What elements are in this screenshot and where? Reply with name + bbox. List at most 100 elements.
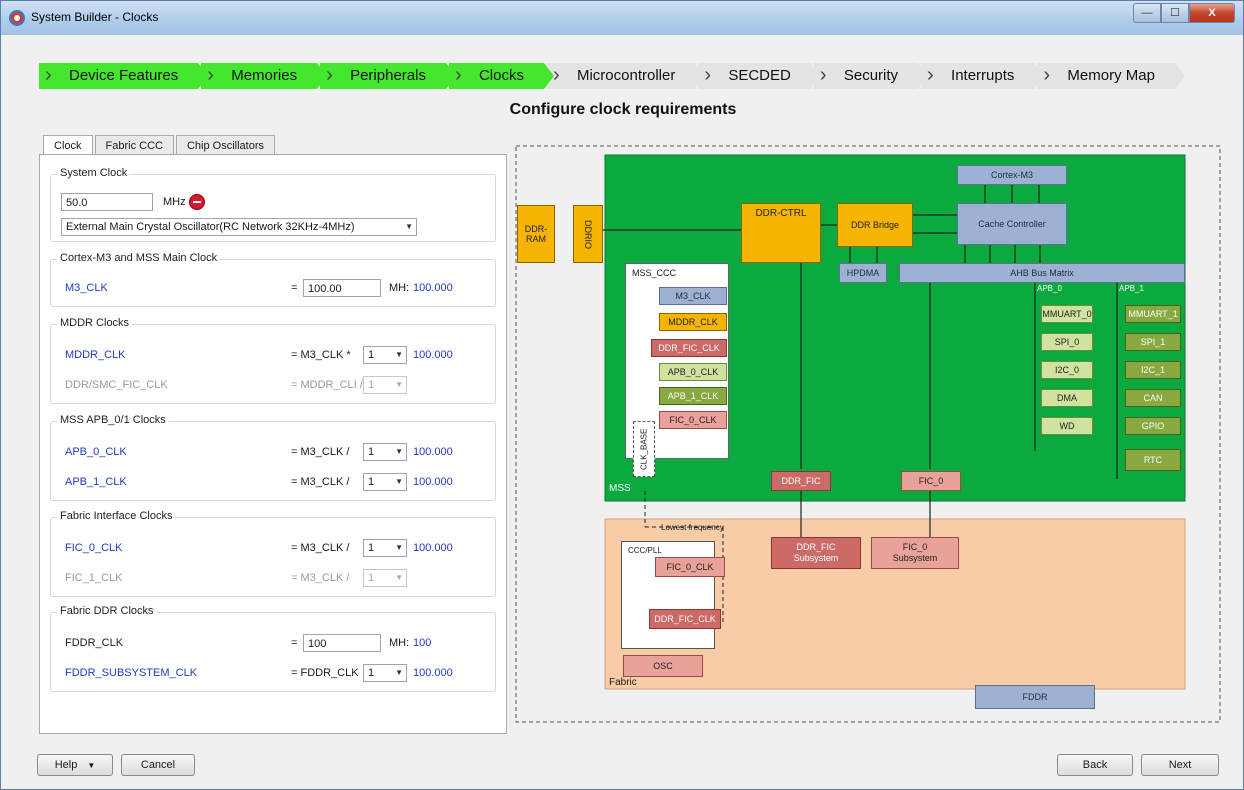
- apb1-clk-result: 100.000: [413, 476, 453, 488]
- fddr-clk-input[interactable]: 100: [303, 634, 381, 652]
- apb0-clk-eq: = M3_CLK /: [291, 446, 350, 458]
- next-button[interactable]: Next: [1141, 754, 1219, 776]
- fic0-clk-result: 100.000: [413, 542, 453, 554]
- step-label: Microcontroller: [576, 67, 676, 84]
- fddr-block: FDDR: [975, 685, 1095, 709]
- mss-label: MSS: [609, 483, 631, 494]
- fabric-ddr-clocks-group: Fabric DDR Clocks FDDR_CLK = 100 MH: 100…: [50, 605, 496, 692]
- ccc-mddr-clk: MDDR_CLK: [659, 313, 727, 331]
- clock-architecture-diagram: DDR- RAM DDRIO DDR-CTRL DDR Bridge Corte…: [515, 145, 1221, 723]
- ahb-bus-matrix-block: AHB Bus Matrix: [899, 263, 1185, 283]
- mddr-clk-multiplier[interactable]: 1 ▼: [363, 346, 407, 364]
- ddr-ram-block: DDR- RAM: [517, 205, 555, 263]
- step-memories[interactable]: › Memories: [201, 63, 327, 89]
- chevron-down-icon: ▼: [395, 573, 403, 582]
- chevron-right-icon: ›: [454, 64, 462, 86]
- step-microcontroller[interactable]: › Microcontroller: [546, 63, 706, 89]
- back-button[interactable]: Back: [1057, 754, 1133, 776]
- tab-fabric-ccc[interactable]: Fabric CCC: [94, 135, 174, 156]
- step-memory-map[interactable]: › Memory Map: [1037, 63, 1185, 89]
- chevron-down-icon: ▼: [395, 477, 403, 486]
- fddr-subsystem-divider[interactable]: 1 ▼: [363, 664, 407, 682]
- m3-clk-input[interactable]: 100.00: [303, 279, 381, 297]
- help-button[interactable]: Help ▼: [37, 754, 113, 776]
- cortex-m3-block: Cortex-M3: [957, 165, 1067, 185]
- step-clocks[interactable]: › Clocks: [448, 63, 554, 89]
- fic1-divider[interactable]: 1 ▼: [363, 569, 407, 587]
- dma-block: DMA: [1041, 389, 1093, 407]
- fic0-clk-eq: = M3_CLK /: [291, 542, 350, 554]
- clk-base-block: CLK_BASE: [633, 421, 655, 477]
- spi1-block: SPI_1: [1125, 333, 1181, 351]
- app-icon: [9, 10, 25, 26]
- fabric-fic0-clk: FIC_0_CLK: [655, 557, 725, 577]
- lowest-frequency-label: Lowest frequency: [661, 523, 724, 532]
- apb1-clk-label: APB_1_CLK: [65, 476, 127, 488]
- osc-block: OSC: [623, 655, 703, 677]
- chevron-down-icon: ▼: [395, 668, 403, 677]
- hpdma-block: HPDMA: [839, 263, 887, 283]
- step-label: Interrupts: [951, 67, 1015, 84]
- group-title: Fabric DDR Clocks: [57, 605, 157, 617]
- ccc-m3-clk: M3_CLK: [659, 287, 727, 305]
- mmuart0-block: MMUART_0: [1041, 305, 1093, 323]
- maximize-button[interactable]: ☐: [1161, 3, 1189, 23]
- chevron-right-icon: ›: [207, 64, 214, 86]
- minimize-button[interactable]: —: [1133, 3, 1161, 23]
- step-interrupts[interactable]: › Interrupts: [921, 63, 1045, 89]
- cancel-button[interactable]: Cancel: [121, 754, 195, 776]
- clock-source-select[interactable]: External Main Crystal Oscillator(RC Netw…: [61, 218, 417, 236]
- ccc-apb0-clk: APB_0_CLK: [659, 363, 727, 381]
- fic0-divider[interactable]: 1 ▼: [363, 539, 407, 557]
- tab-chip-oscillators[interactable]: Chip Oscillators: [175, 135, 275, 156]
- fic0-subsystem-block: FIC_0 Subsystem: [871, 537, 959, 569]
- clock-source-value: External Main Crystal Oscillator(RC Netw…: [66, 221, 355, 233]
- ccc-apb1-clk: APB_1_CLK: [659, 387, 727, 405]
- system-clock-input[interactable]: 50.0: [61, 193, 153, 211]
- fddr-clk-unit: MH:: [389, 637, 410, 649]
- step-label: Clocks: [478, 67, 524, 84]
- title-bar[interactable]: System Builder - Clocks — ☐ X: [1, 1, 1243, 35]
- m3-clock-group: Cortex-M3 and MSS Main Clock M3_CLK = 10…: [50, 252, 496, 307]
- group-title: System Clock: [57, 167, 131, 179]
- apb1-clk-eq: = M3_CLK /: [291, 476, 350, 488]
- apb1-divider[interactable]: 1 ▼: [363, 473, 407, 491]
- m3-clk-unit: MH:: [389, 282, 410, 294]
- step-security[interactable]: › Security: [813, 63, 929, 89]
- step-label: Peripherals: [350, 67, 426, 84]
- step-label: Security: [843, 67, 899, 84]
- fddr-subsystem-clk-label: FDDR_SUBSYSTEM_CLK: [65, 667, 198, 679]
- fddr-subsystem-clk-result: 100.000: [413, 667, 453, 679]
- fddr-clk-eq: =: [291, 637, 298, 649]
- ddr-fic-subsystem-block: DDR_FIC Subsystem: [771, 537, 861, 569]
- chevron-down-icon: ▼: [395, 380, 403, 389]
- ddrio-block: DDRIO: [573, 205, 603, 263]
- apb0-divider[interactable]: 1 ▼: [363, 443, 407, 461]
- divider-value: 1: [368, 476, 375, 488]
- step-label: Device Features: [69, 67, 179, 84]
- ddr-fic-block: DDR_FIC: [771, 471, 831, 491]
- chevron-down-icon: ▼: [395, 543, 403, 552]
- divider-value: 1: [368, 446, 375, 458]
- ccc-pll-label: CCC/PLL: [628, 546, 662, 555]
- can-block: CAN: [1125, 389, 1181, 407]
- spi0-block: SPI_0: [1041, 333, 1093, 351]
- chevron-down-icon: ▼: [87, 761, 96, 770]
- mddr-clk-eq: = M3_CLK *: [291, 349, 351, 361]
- chevron-right-icon: ›: [704, 64, 711, 86]
- ddr-smc-divider[interactable]: 1 ▼: [363, 376, 407, 394]
- clock-settings-panel: System Clock 50.0 MHz External Main Crys…: [39, 154, 507, 734]
- wizard-steps: › Device Features › Memories › Peripherals …: [39, 63, 1185, 89]
- m3-clk-eq: =: [291, 282, 298, 294]
- group-title: Fabric Interface Clocks: [57, 510, 176, 522]
- multiplier-value: 1: [368, 349, 375, 361]
- divider-value: 1: [368, 667, 375, 679]
- step-secded[interactable]: › SECDED: [698, 63, 821, 89]
- mmuart1-block: MMUART_1: [1125, 305, 1181, 323]
- close-button[interactable]: X: [1189, 3, 1235, 23]
- chevron-right-icon: ›: [819, 64, 827, 86]
- step-peripherals[interactable]: › Peripherals: [320, 63, 456, 89]
- apb-clocks-group: MSS APB_0/1 Clocks APB_0_CLK = M3_CLK / …: [50, 414, 496, 501]
- step-device-features[interactable]: › Device Features: [39, 63, 209, 89]
- gpio-block: GPIO: [1125, 417, 1181, 435]
